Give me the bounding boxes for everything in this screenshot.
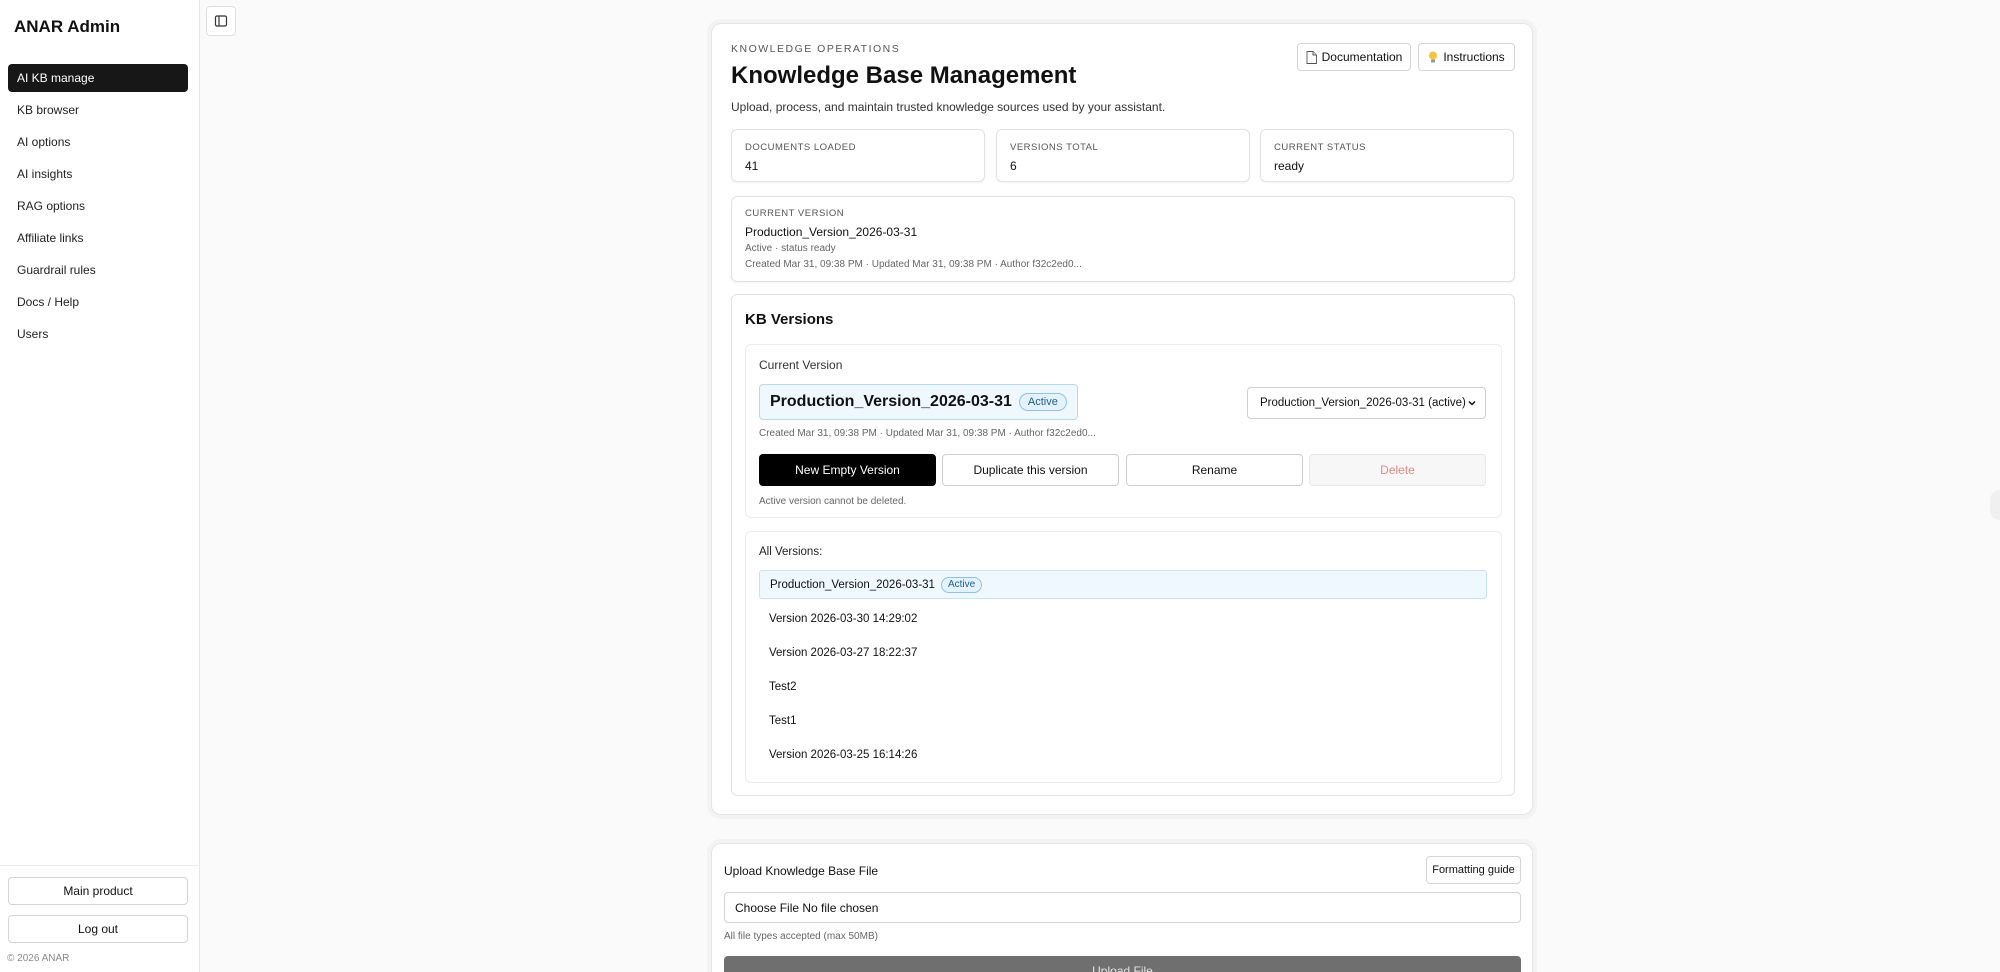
rename-version-button[interactable]: Rename [1126, 454, 1303, 486]
upload-card: Upload Knowledge Base File Formatting gu… [711, 843, 1533, 972]
document-icon [1306, 50, 1317, 64]
version-row[interactable]: Version 2026-03-30 14:29:02 [759, 604, 1487, 633]
page-eyebrow: KNOWLEDGE OPERATIONS [731, 43, 901, 55]
instructions-button[interactable]: Instructions [1418, 43, 1515, 71]
sidebar-item-kb-browser[interactable]: KB browser [8, 96, 188, 124]
version-row[interactable]: Version 2026-03-25 16:14:26 [759, 740, 1487, 769]
sidebar-item-users[interactable]: Users [8, 320, 188, 348]
delete-version-button[interactable]: Delete [1309, 454, 1486, 486]
version-row[interactable]: Version 2026-03-27 18:22:37 [759, 638, 1487, 667]
current-version-state: Active · status ready [745, 243, 836, 254]
version-row-name: Version 2026-03-27 18:22:37 [769, 646, 918, 659]
stat-label: VERSIONS TOTAL [1010, 142, 1099, 153]
all-versions-label: All Versions: [759, 546, 823, 558]
sidebar-divider [0, 865, 200, 866]
sidebar-item-guardrail-rules[interactable]: Guardrail rules [8, 256, 188, 284]
stat-versions-total: VERSIONS TOTAL 6 [996, 129, 1250, 182]
version-row-active[interactable]: Production_Version_2026-03-31 Active [759, 570, 1487, 599]
sidebar-item-affiliate-links[interactable]: Affiliate links [8, 224, 188, 252]
stat-value: ready [1274, 159, 1305, 173]
lightbulb-icon [1429, 51, 1438, 62]
version-select[interactable]: Production_Version_2026-03-31 (active) [1247, 387, 1486, 419]
sidebar-toggle-button[interactable] [206, 6, 236, 36]
sidebar-toggle-icon [214, 15, 228, 27]
kb-versions-section: KB Versions Current Version Production_V… [731, 294, 1515, 796]
all-versions-panel: All Versions: Production_Version_2026-03… [745, 531, 1502, 783]
current-version-panel-meta: Created Mar 31, 09:38 PM · Updated Mar 3… [759, 428, 1096, 439]
current-version-label: CURRENT VERSION [745, 208, 845, 219]
stat-documents-loaded: DOCUMENTS LOADED 41 [731, 129, 985, 182]
stat-label: CURRENT STATUS [1274, 142, 1366, 153]
active-badge: Active [1018, 393, 1067, 411]
version-row[interactable]: Test1 [759, 706, 1487, 735]
sidebar-item-rag-options[interactable]: RAG options [8, 192, 188, 220]
sidebar-item-ai-options[interactable]: AI options [8, 128, 188, 156]
stat-value: 6 [1010, 159, 1017, 173]
version-select-value: Production_Version_2026-03-31 (active) [1260, 397, 1466, 409]
version-row-name: Version 2026-03-25 16:14:26 [769, 748, 918, 761]
copyright-text: © 2026 ANAR [7, 953, 70, 964]
sidebar-nav: AI KB manage KB browser AI options AI in… [8, 64, 188, 352]
brand-title: ANAR Admin [14, 17, 121, 36]
delete-note: Active version cannot be deleted. [759, 496, 907, 507]
upload-title: Upload Knowledge Base File [724, 864, 879, 878]
current-version-chip-name: Production_Version_2026-03-31 [770, 393, 1012, 410]
current-version-name: Production_Version_2026-03-31 [745, 225, 918, 239]
current-version-summary: CURRENT VERSION Production_Version_2026-… [731, 196, 1515, 282]
file-input[interactable]: Choose File No file chosen [724, 892, 1521, 923]
documentation-button[interactable]: Documentation [1297, 43, 1411, 71]
stat-label: DOCUMENTS LOADED [745, 142, 856, 153]
sidebar: ANAR Admin AI KB manage KB browser AI op… [0, 0, 200, 972]
version-row-name: Production_Version_2026-03-31 [770, 578, 935, 591]
version-row-active-badge: Active [940, 576, 983, 593]
current-version-panel: Current Version Production_Version_2026-… [745, 344, 1502, 518]
page-subtitle: Upload, process, and maintain trusted kn… [731, 100, 1166, 114]
version-row[interactable]: Test2 [759, 672, 1487, 701]
stat-current-status: CURRENT STATUS ready [1260, 129, 1514, 182]
stat-value: 41 [745, 159, 759, 173]
logout-button[interactable]: Log out [8, 915, 188, 943]
current-version-panel-label: Current Version [759, 358, 843, 372]
main-product-button[interactable]: Main product [8, 877, 188, 905]
instructions-label: Instructions [1443, 50, 1505, 64]
kb-management-card: KNOWLEDGE OPERATIONS Knowledge Base Mana… [711, 23, 1533, 815]
upload-file-button[interactable]: Upload File [724, 956, 1521, 972]
version-row-name: Test1 [769, 714, 797, 727]
page-title: Knowledge Base Management [731, 62, 1077, 89]
documentation-label: Documentation [1321, 50, 1403, 64]
edge-tab [1990, 490, 2000, 520]
sidebar-item-ai-kb-manage[interactable]: AI KB manage [8, 64, 188, 92]
version-row-name: Test2 [769, 680, 797, 693]
sidebar-item-ai-insights[interactable]: AI insights [8, 160, 188, 188]
chevron-down-icon [1468, 400, 1476, 406]
current-version-meta: Created Mar 31, 09:38 PM · Updated Mar 3… [745, 259, 1082, 270]
version-row-name: Version 2026-03-30 14:29:02 [769, 612, 918, 625]
kb-versions-title: KB Versions [745, 311, 834, 328]
duplicate-version-button[interactable]: Duplicate this version [942, 454, 1119, 486]
formatting-guide-button[interactable]: Formatting guide [1426, 856, 1521, 884]
upload-hint: All file types accepted (max 50MB) [724, 931, 878, 942]
new-empty-version-button[interactable]: New Empty Version [759, 454, 936, 486]
sidebar-item-docs-help[interactable]: Docs / Help [8, 288, 188, 316]
current-version-chip: Production_Version_2026-03-31 Active [759, 384, 1078, 420]
